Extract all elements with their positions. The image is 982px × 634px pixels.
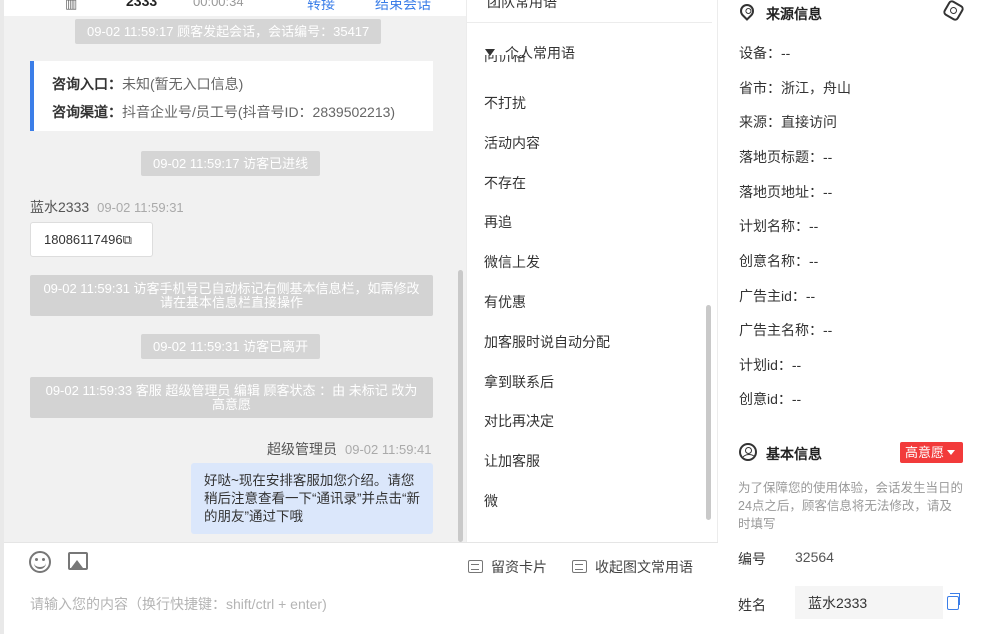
consult-channel-label: 咨询渠道： (52, 104, 122, 120)
card-icon (468, 560, 483, 573)
caret-down-icon (947, 450, 956, 455)
copy-icon[interactable]: ⧉ (123, 232, 132, 247)
team-phrases-header[interactable]: 团队常用语 (487, 0, 557, 12)
phrases-panel[interactable]: 团队常用语 个人常用语 问价格 不打扰 活动内容 不存在 再追 微信上发 有优惠… (466, 0, 718, 542)
source-row-device: 设备：-- (739, 45, 791, 61)
lead-card-label: 留资卡片 (491, 559, 547, 575)
phrase-item[interactable]: 加客服时说自动分配 (484, 332, 610, 352)
source-row-creative-id: 创意id：-- (739, 391, 802, 407)
location-pin-icon (737, 1, 757, 21)
phrase-item[interactable]: 拿到联系后 (484, 372, 554, 392)
agent-name: 超级管理员 (267, 441, 337, 457)
chat-scrollbar[interactable] (458, 270, 463, 542)
visitor-name: 蓝水2333 (30, 199, 90, 215)
table-icon: ▥ (65, 0, 78, 11)
customer-info-panel: 来源信息 设备：-- 省市：浙江，舟山 来源：直接访问 落地页标题：-- 落地页… (718, 0, 982, 634)
consult-entry-value: 未知(暂无入口信息) (122, 76, 244, 92)
source-row-advertiser-id: 广告主id：-- (739, 288, 816, 304)
message-input-placeholder[interactable]: 请输入您的内容（换行快捷键：shift/ctrl + enter) (30, 594, 327, 614)
collapse-phrases-label: 收起图文常用语 (595, 559, 693, 575)
message-input-area[interactable]: 留资卡片 收起图文常用语 请输入您的内容（换行快捷键：shift/ctrl + … (4, 542, 718, 634)
source-row-province: 省市：浙江，舟山 (739, 80, 851, 96)
left-edge (0, 0, 4, 634)
phrase-item[interactable]: 不打扰 (484, 93, 526, 113)
message-icon (572, 560, 587, 573)
visitor-timestamp: 09-02 11:59:31 (97, 200, 184, 215)
id-label: 编号 (738, 551, 766, 567)
name-input[interactable] (795, 586, 943, 619)
phrase-item-cut[interactable]: 问价格 (484, 55, 526, 69)
phrase-item[interactable]: 再追 (484, 212, 512, 232)
source-row-creative-name: 创意名称：-- (739, 253, 819, 269)
source-row-landing-url: 落地页地址：-- (739, 184, 833, 200)
system-message-session-start: 09-02 11:59:17 顾客发起会话，会话编号：35417 (75, 19, 382, 44)
chat-panel[interactable]: ▥ 2333 00:00:34 转接 结束会话 09-02 11:59:17 顾… (0, 0, 466, 542)
phrase-item[interactable]: 活动内容 (484, 133, 540, 153)
phrase-item[interactable]: 微 (484, 491, 498, 511)
settings-icon[interactable] (941, 0, 966, 23)
source-info-title: 来源信息 (766, 6, 822, 22)
edit-notice: 为了保障您的使用体验，会话发生当日的24点之后，顾客信息将无法修改，请及时填写 (738, 481, 964, 531)
basic-info-title: 基本信息 (766, 446, 822, 462)
source-row-source: 来源：直接访问 (739, 114, 837, 130)
phrases-divider (467, 22, 712, 23)
system-message-visitor-join: 09-02 11:59:17 访客已进线 (141, 151, 321, 176)
image-icon[interactable] (68, 552, 88, 570)
agent-message: 好哒~现在安排客服加您介绍。请您稍后注意查看一下“通讯录”并点击“新的朋友”通过… (191, 463, 433, 534)
consult-info-card: 咨询入口：未知(暂无入口信息) 咨询渠道：抖音企业号/员工号(抖音号ID：283… (30, 61, 433, 131)
session-duration: 00:00:34 (193, 0, 244, 9)
end-session-button[interactable]: 结束会话 (375, 0, 431, 14)
system-message-visitor-left: 09-02 11:59:31 访客已离开 (141, 334, 321, 359)
system-message-phone-tag: 09-02 11:59:31 访客手机号已自动标记右侧基本信息栏，如需修改请在基… (30, 275, 433, 316)
id-value: 32564 (795, 549, 834, 565)
visitor-top-name: 2333 (126, 0, 158, 9)
consult-channel-value: 抖音企业号/员工号(抖音号ID：2839502213) (122, 104, 396, 120)
source-row-landing-title: 落地页标题：-- (739, 149, 833, 165)
consult-entry-label: 咨询入口： (52, 76, 122, 92)
copy-icon[interactable] (947, 593, 960, 610)
system-message-status-change: 09-02 11:59:33 客服 超级管理员 编辑 顾客状态 ：由 未标记 改… (30, 377, 433, 418)
chat-top-bar: ▥ 2333 00:00:34 转接 结束会话 (4, 0, 466, 16)
consult-channel: 咨询渠道：抖音企业号/员工号(抖音号ID：2839502213) (52, 102, 395, 122)
intent-status-dropdown[interactable]: 高意愿 (900, 442, 963, 463)
visitor-sender: 蓝水2333 09-02 11:59:31 (30, 197, 184, 217)
emoji-icon[interactable] (29, 551, 51, 573)
phone-message-text: 18086117496 (44, 232, 123, 247)
source-row-plan-name: 计划名称：-- (739, 218, 819, 234)
consult-entry: 咨询入口：未知(暂无入口信息) (52, 74, 243, 94)
phrase-item[interactable]: 微信上发 (484, 252, 540, 272)
lead-card-button[interactable]: 留资卡片 (468, 557, 547, 577)
phrase-item[interactable]: 有优惠 (484, 292, 526, 312)
collapse-phrases-button[interactable]: 收起图文常用语 (572, 557, 693, 577)
phrase-item[interactable]: 对比再决定 (484, 411, 554, 431)
phrases-scrollbar[interactable] (706, 305, 711, 520)
user-icon (739, 443, 757, 461)
transfer-button[interactable]: 转接 (307, 0, 335, 14)
name-label: 姓名 (738, 597, 766, 613)
agent-sender: 超级管理员 09-02 11:59:41 (267, 439, 432, 459)
agent-timestamp: 09-02 11:59:41 (345, 442, 432, 457)
phrase-item[interactable]: 让加客服 (484, 451, 540, 471)
source-row-advertiser-name: 广告主名称：-- (739, 322, 833, 338)
phrase-item[interactable]: 不存在 (484, 173, 526, 193)
source-row-plan-id: 计划id：-- (739, 357, 802, 373)
visitor-phone-message[interactable]: 18086117496⧉ (30, 222, 153, 257)
chat-workspace: ▥ 2333 00:00:34 转接 结束会话 09-02 11:59:17 顾… (0, 0, 982, 634)
intent-status-label: 高意愿 (905, 445, 945, 460)
